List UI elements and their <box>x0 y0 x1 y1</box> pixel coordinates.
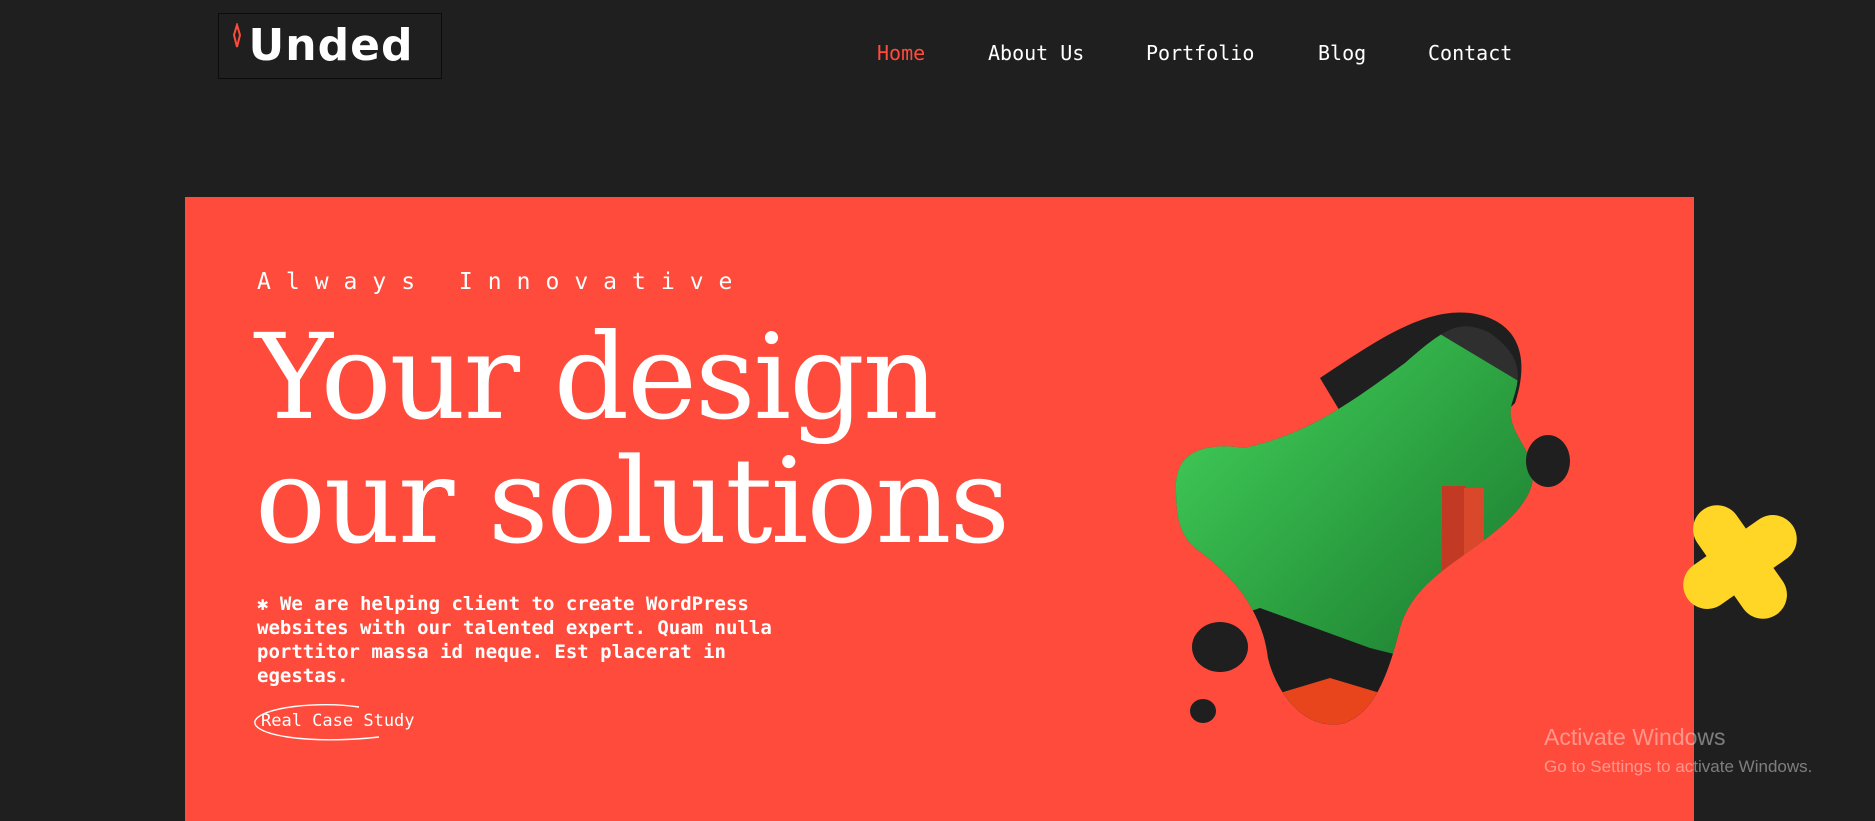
nav-contact[interactable]: Contact <box>1428 41 1512 65</box>
logo-spark-icon <box>232 23 242 48</box>
cta-label: Real Case Study <box>261 711 415 731</box>
yellow-cross-shape <box>1683 505 1797 619</box>
watermark-title: Activate Windows <box>1544 724 1726 750</box>
headline-line-2: our solutions <box>255 432 1010 570</box>
nav-about-us[interactable]: About Us <box>988 41 1084 65</box>
nav-portfolio[interactable]: Portfolio <box>1146 41 1254 65</box>
real-case-study-link[interactable]: Real Case Study <box>249 699 429 743</box>
windows-activation-watermark: Activate Windows Go to Settings to activ… <box>1544 724 1812 777</box>
watermark-subtitle: Go to Settings to activate Windows. <box>1544 757 1813 776</box>
logo[interactable]: Unded <box>218 13 442 79</box>
headline-line-1: Your design <box>255 308 939 446</box>
hero-eyebrow: Always Innovative <box>257 269 748 295</box>
nav-blog[interactable]: Blog <box>1318 41 1366 65</box>
nav-home[interactable]: Home <box>877 41 925 65</box>
logo-text: Unded <box>248 20 414 71</box>
hero-headline: Your design our solutions <box>255 308 1010 570</box>
hero-description: ✱ We are helping client to create WordPr… <box>257 593 772 687</box>
